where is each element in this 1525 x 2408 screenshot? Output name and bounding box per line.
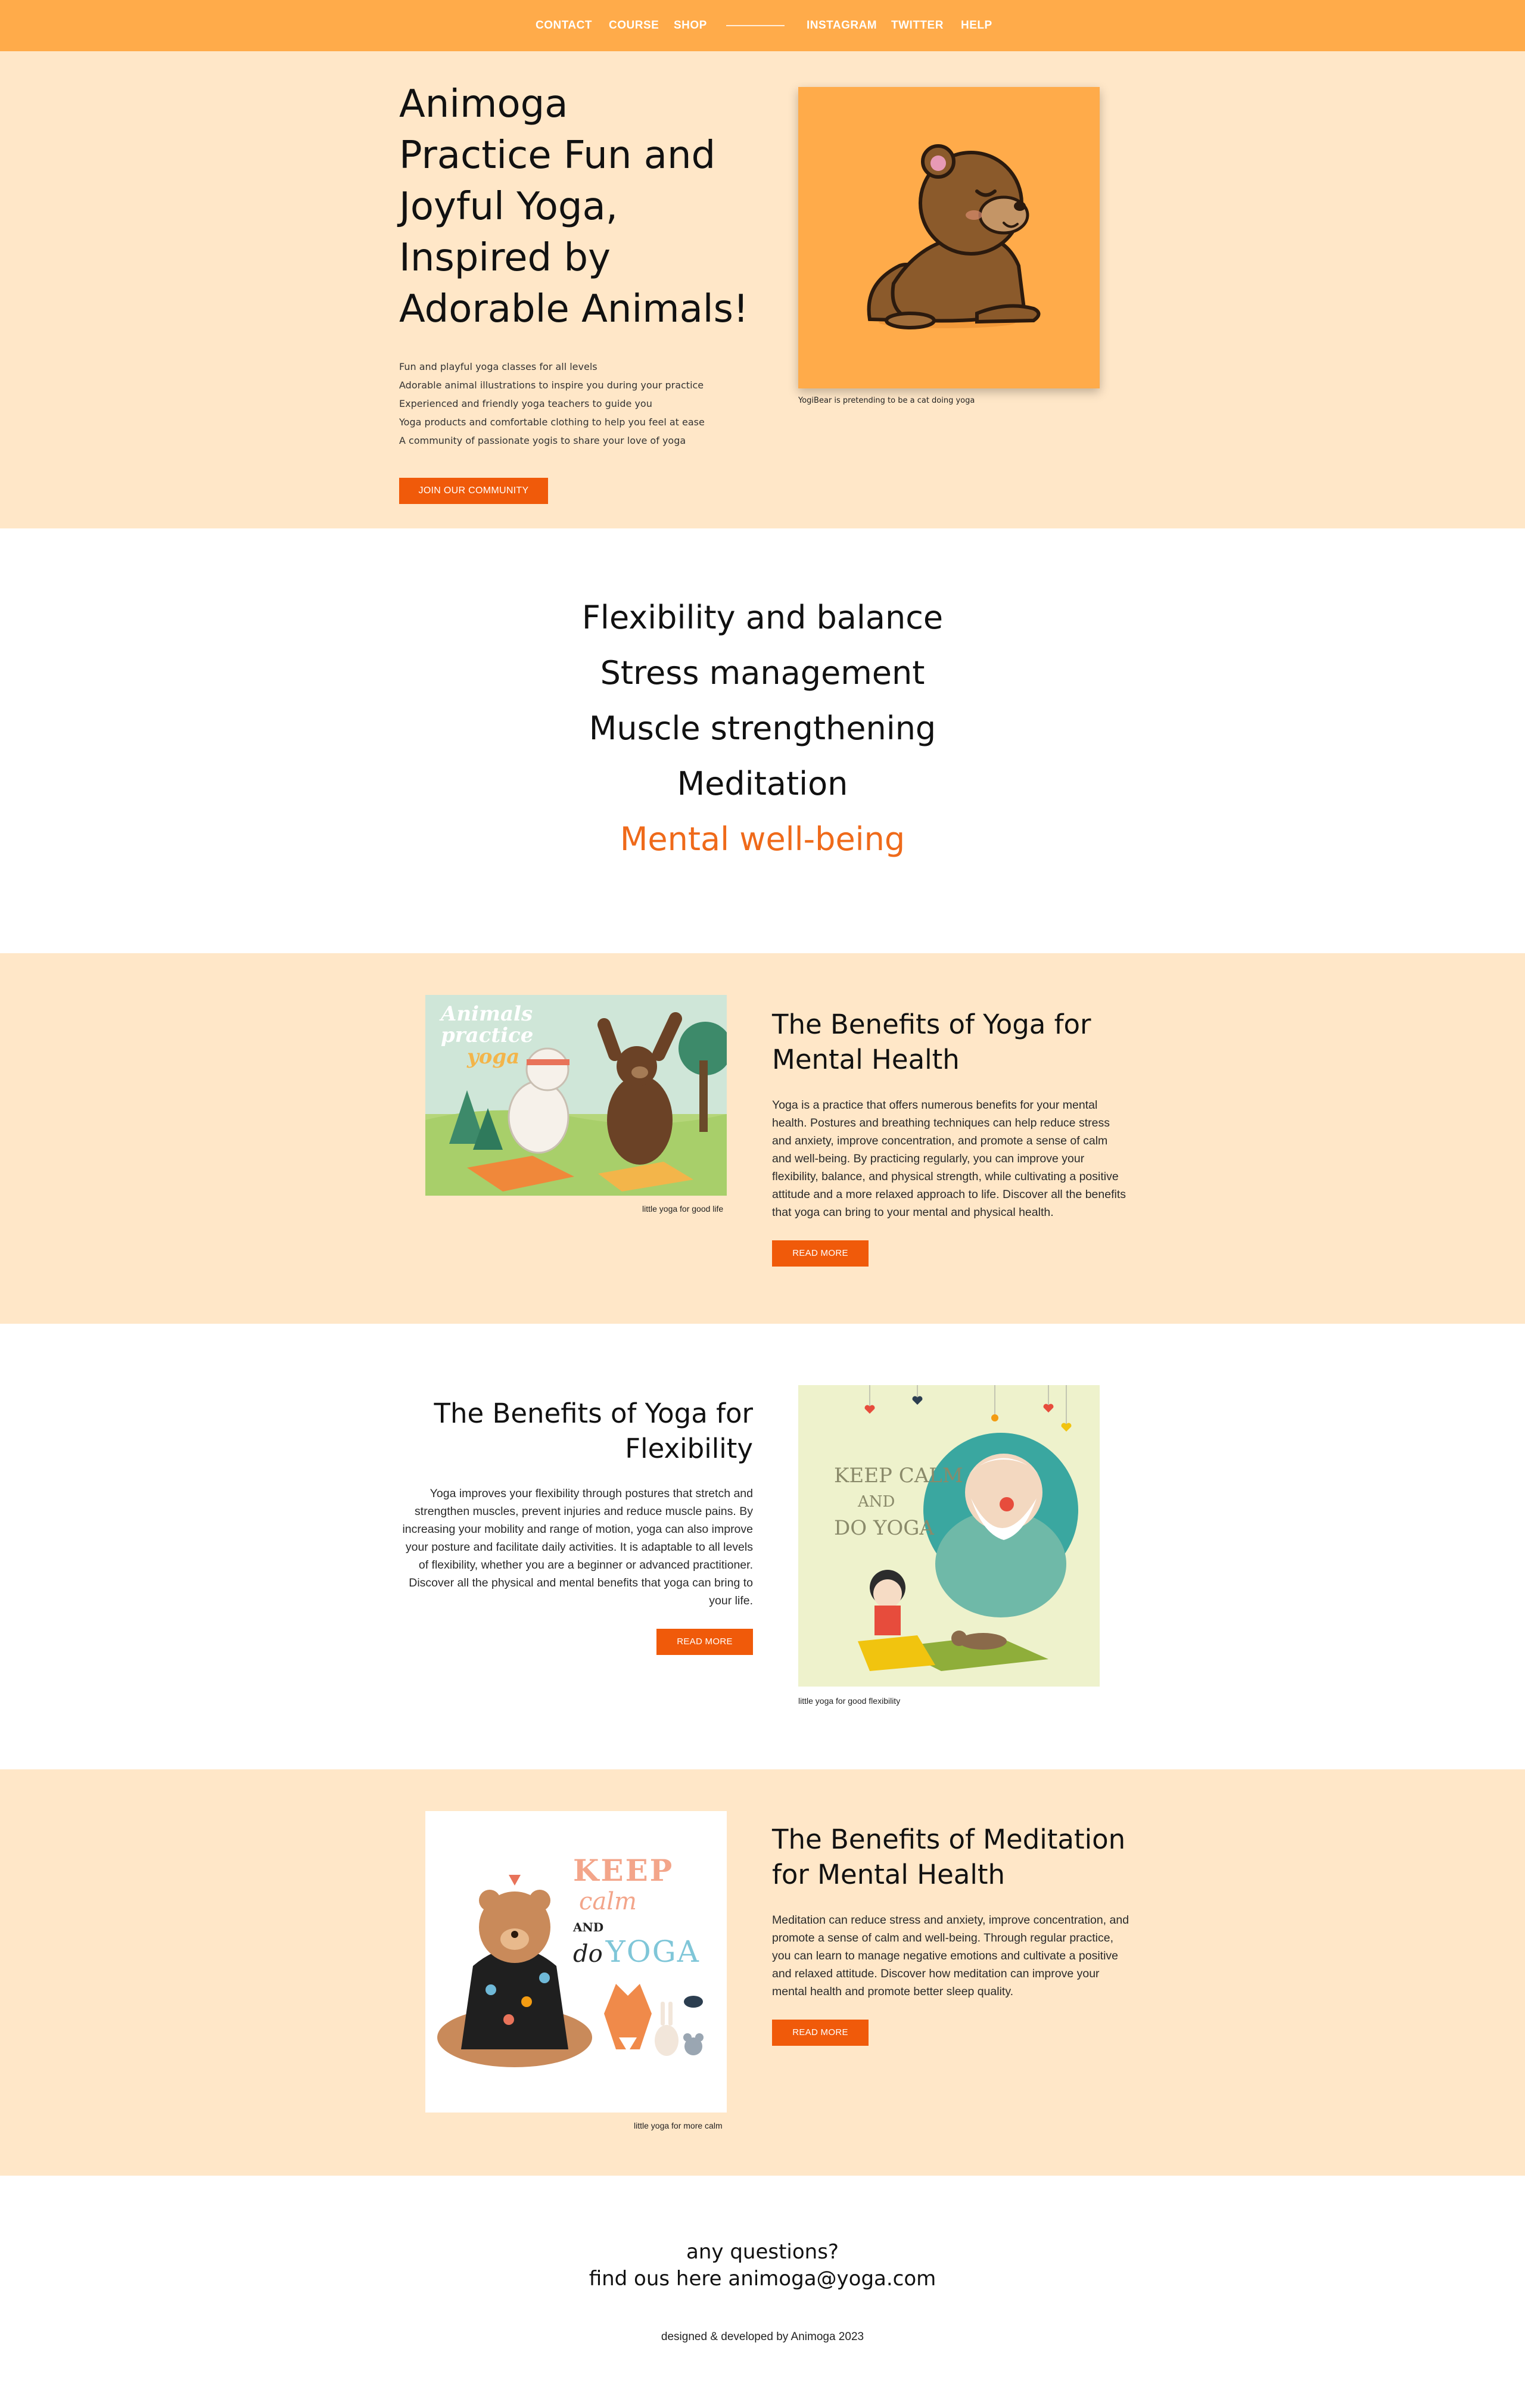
hero-title-line: Adorable Animals! bbox=[399, 287, 749, 331]
article-title: The Benefits of Yoga for Mental Health bbox=[772, 1009, 1091, 1075]
footer-questions: any questions? bbox=[686, 2240, 839, 2264]
read-more-button[interactable]: READ MORE bbox=[656, 1629, 753, 1655]
nav-divider bbox=[726, 25, 785, 26]
image-text: yoga bbox=[467, 1045, 520, 1069]
article-body: Yoga improves your flexibility through p… bbox=[402, 1487, 753, 1607]
image-text: YOGA bbox=[605, 1934, 700, 1969]
feature-item: Adorable animal illustrations to inspire… bbox=[399, 379, 704, 391]
nav-link-shop[interactable]: SHOP bbox=[674, 18, 707, 33]
article-meditation: KEEP calm AND do YOGA little yoga for mo… bbox=[0, 1769, 1525, 2176]
hero-title-line: Animoga bbox=[399, 82, 568, 126]
article-mental-health: Animals practice yoga little yoga for go… bbox=[0, 953, 1525, 1324]
feature-item: Fun and playful yoga classes for all lev… bbox=[399, 361, 597, 372]
benefit-item: Flexibility and balance bbox=[581, 599, 944, 636]
animals-practice-yoga-illustration: Animals practice yoga bbox=[425, 995, 727, 1196]
image-text: KEEP bbox=[573, 1853, 674, 1888]
benefit-item: Stress management bbox=[600, 654, 925, 692]
footer-contact-email[interactable]: find ous here animoga@yoga.com bbox=[0, 2267, 1525, 2291]
article-title: The Benefits of Yoga for Flexibility bbox=[434, 1398, 753, 1464]
join-community-button[interactable]: JOIN OUR COMMUNITY bbox=[399, 478, 548, 504]
yogi-bear-illustration bbox=[798, 87, 1100, 388]
hero-title-line: Inspired by bbox=[399, 236, 611, 280]
image-text: AND bbox=[858, 1493, 895, 1511]
image-caption: little yoga for more calm bbox=[634, 2121, 723, 2130]
nav-link-help[interactable]: HELP bbox=[961, 18, 992, 33]
benefits-list-section: Flexibility and balance Stress managemen… bbox=[0, 528, 1525, 953]
image-caption: little yoga for good life bbox=[642, 1204, 724, 1214]
footer: any questions? find ous here animoga@yog… bbox=[0, 2176, 1525, 2408]
image-text: do bbox=[573, 1940, 603, 1968]
top-nav: CONTACT COURSE SHOP INSTAGRAM TWITTER HE… bbox=[0, 0, 1525, 51]
nav-link-contact[interactable]: CONTACT bbox=[536, 18, 592, 33]
benefit-item: Meditation bbox=[677, 765, 848, 802]
image-text: practice bbox=[441, 1023, 534, 1047]
hero-title-line: Practice Fun and bbox=[399, 133, 716, 178]
article-body: Meditation can reduce stress and anxiety… bbox=[772, 1914, 1129, 1998]
article-title: The Benefits of Meditation for Mental He… bbox=[772, 1824, 1126, 1890]
benefit-item-highlighted: Mental well-being bbox=[620, 820, 905, 858]
hero-section: Animoga Practice Fun and Joyful Yoga, In… bbox=[0, 51, 1525, 528]
feature-item: Yoga products and comfortable clothing t… bbox=[399, 416, 705, 428]
image-text: DO YOGA bbox=[834, 1516, 934, 1540]
feature-item: A community of passionate yogis to share… bbox=[399, 435, 686, 446]
image-text: calm bbox=[579, 1888, 637, 1915]
keep-calm-yoga-illustration: KEEP CALM AND DO YOGA bbox=[798, 1385, 1100, 1687]
nav-link-twitter[interactable]: TWITTER bbox=[891, 18, 944, 33]
read-more-button[interactable]: READ MORE bbox=[772, 2020, 869, 2046]
hero-title: Animoga Practice Fun and Joyful Yoga, In… bbox=[399, 79, 780, 335]
image-text: KEEP CALM bbox=[834, 1464, 963, 1488]
nav-link-course[interactable]: COURSE bbox=[609, 18, 659, 33]
image-caption: little yoga for good flexibility bbox=[798, 1696, 901, 1706]
image-text: AND bbox=[573, 1920, 604, 1934]
keep-calm-do-yoga-illustration: KEEP calm AND do YOGA bbox=[425, 1811, 727, 2113]
hero-title-line: Joyful Yoga, bbox=[399, 185, 618, 229]
nav-link-instagram[interactable]: INSTAGRAM bbox=[807, 18, 877, 33]
footer-credit: designed & developed by Animoga 2023 bbox=[661, 2331, 864, 2343]
image-text: Animals bbox=[441, 1002, 533, 1026]
feature-item: Experienced and friendly yoga teachers t… bbox=[399, 398, 652, 409]
article-body: Yoga is a practice that offers numerous … bbox=[772, 1099, 1126, 1219]
article-flexibility: The Benefits of Yoga for Flexibility Yog… bbox=[0, 1324, 1525, 1769]
hero-image-caption: YogiBear is pretending to be a cat doing… bbox=[798, 396, 975, 405]
benefit-item: Muscle strengthening bbox=[589, 710, 936, 747]
hero-feature-list: Fun and playful yoga classes for all lev… bbox=[399, 357, 768, 450]
read-more-button[interactable]: READ MORE bbox=[772, 1240, 869, 1267]
